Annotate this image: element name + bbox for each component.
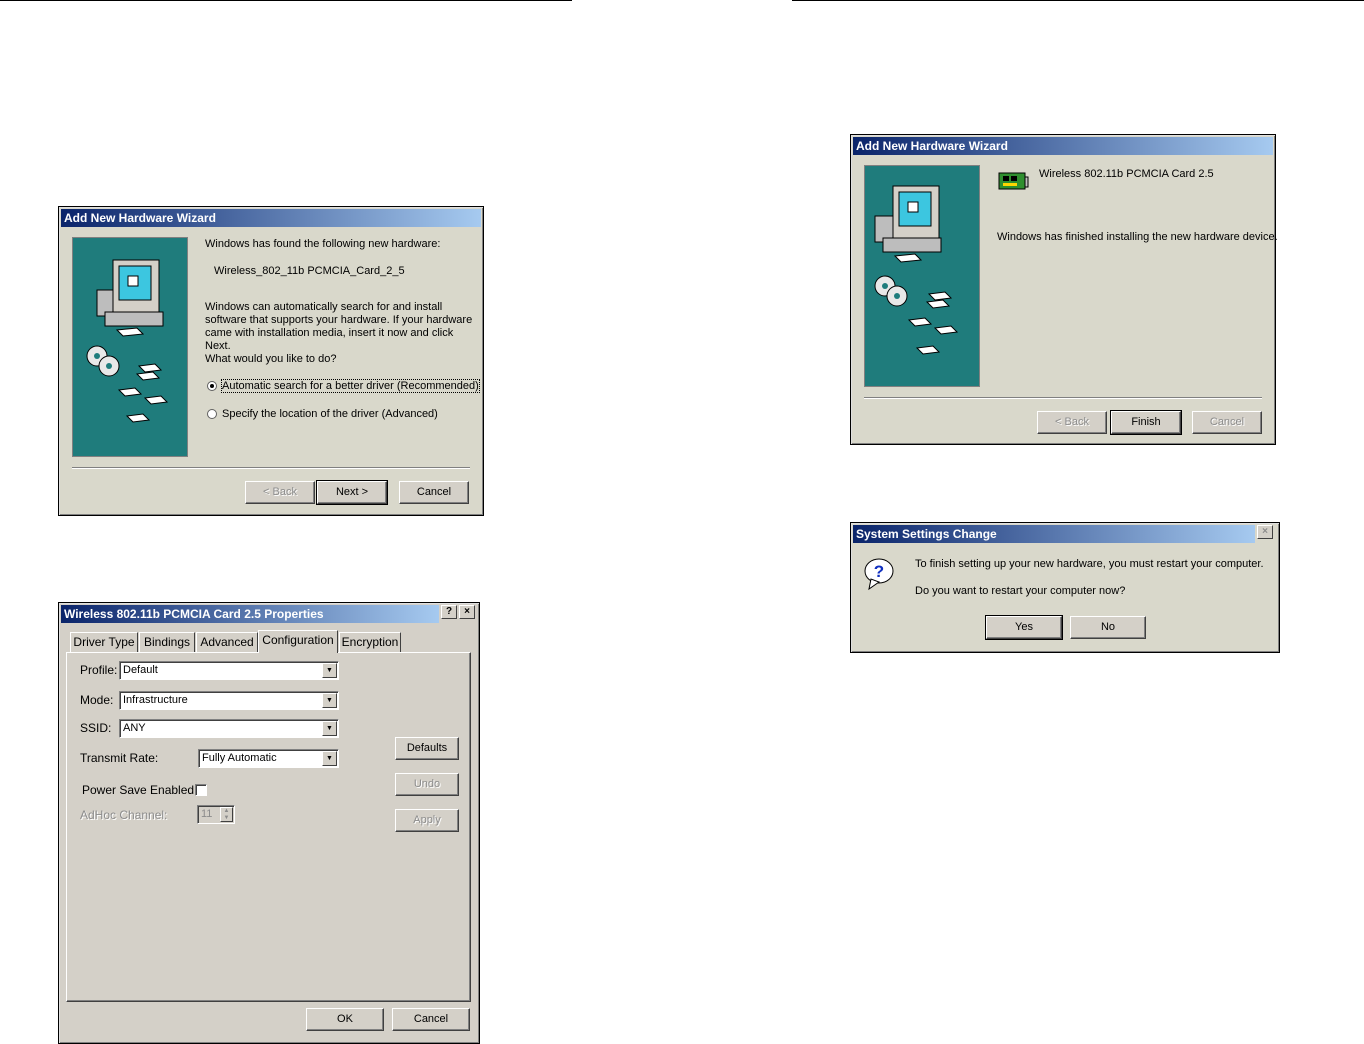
mode-value: Infrastructure — [123, 694, 188, 706]
transmit-rate-value: Fully Automatic — [202, 752, 277, 764]
network-card-icon — [998, 172, 1029, 190]
next-button[interactable]: Next > — [316, 480, 388, 505]
system-settings-change-dialog: System Settings Change × ? To finish set… — [850, 522, 1280, 653]
undo-button[interactable]: Undo — [395, 773, 459, 796]
window-title: Add New Hardware Wizard — [853, 137, 1273, 155]
mode-select[interactable]: Infrastructure ▼ — [119, 691, 339, 710]
option-specify-label[interactable]: Specify the location of the driver (Adva… — [222, 408, 438, 420]
defaults-button[interactable]: Defaults — [395, 737, 459, 760]
yes-button[interactable]: Yes — [985, 615, 1063, 640]
cancel-button[interactable]: Cancel — [1192, 411, 1262, 434]
found-text: Windows has found the following new hard… — [205, 238, 441, 250]
device-name: Wireless 802.11b PCMCIA Card 2.5 — [1039, 168, 1214, 180]
help-icon[interactable]: ? — [441, 605, 457, 619]
finished-message: Windows has finished installing the new … — [997, 231, 1278, 243]
restart-question: Do you want to restart your computer now… — [915, 585, 1126, 597]
window-title: Add New Hardware Wizard — [61, 209, 481, 227]
add-hardware-wizard-finished: Add New Hardware Wizard Wireless 802.11b… — [850, 134, 1278, 445]
transmit-rate-select[interactable]: Fully Automatic ▼ — [198, 749, 339, 768]
back-button[interactable]: < Back — [1037, 411, 1107, 434]
ssid-select[interactable]: ANY ▼ — [119, 719, 339, 738]
window-title: Wireless 802.11b PCMCIA Card 2.5 Propert… — [61, 605, 439, 623]
description-text: Windows can automatically search for and… — [205, 301, 473, 352]
cancel-button[interactable]: Cancel — [392, 1008, 470, 1031]
computer-icon — [86, 259, 169, 423]
profile-select[interactable]: Default ▼ — [119, 661, 339, 680]
tab-bindings[interactable]: Bindings — [139, 632, 195, 652]
chevron-down-icon[interactable]: ▼ — [322, 663, 337, 678]
option-automatic-label[interactable]: Automatic search for a better driver (Re… — [221, 379, 480, 393]
no-button[interactable]: No — [1070, 616, 1146, 639]
cancel-button[interactable]: Cancel — [399, 481, 469, 504]
adhoc-channel-value: 11 — [201, 808, 213, 820]
adhoc-channel-label: AdHoc Channel: — [80, 808, 168, 822]
back-button[interactable]: < Back — [245, 481, 315, 504]
mode-label: Mode: — [80, 693, 114, 707]
transmit-rate-label: Transmit Rate: — [80, 751, 159, 765]
separator — [864, 397, 1262, 399]
tab-encryption[interactable]: Encryption — [339, 632, 401, 652]
power-save-label: Power Save Enabled — [82, 783, 195, 797]
chevron-down-icon[interactable]: ▼ — [322, 751, 337, 766]
close-icon[interactable]: × — [1257, 525, 1273, 539]
chevron-down-icon[interactable]: ▼ — [322, 721, 337, 736]
device-name: Wireless_802_11b PCMCIA_Card_2_5 — [214, 265, 405, 277]
profile-value: Default — [123, 664, 158, 676]
close-icon[interactable]: × — [459, 605, 475, 619]
adhoc-channel-spinner: 11 ▲ ▼ — [197, 805, 235, 824]
power-save-checkbox[interactable] — [195, 784, 207, 796]
tab-configuration[interactable]: Configuration — [258, 630, 338, 653]
separator — [72, 467, 470, 469]
question-icon: ? — [864, 558, 894, 591]
radio-automatic-search[interactable] — [207, 381, 217, 391]
tab-driver-type[interactable]: Driver Type — [70, 632, 138, 652]
profile-label: Profile: — [80, 663, 118, 677]
top-rule-right — [792, 0, 1364, 1]
question-text: What would you like to do? — [205, 353, 337, 365]
ssid-value: ANY — [123, 722, 146, 734]
window-title: System Settings Change — [853, 525, 1255, 543]
computer-icon — [874, 185, 959, 355]
finish-button[interactable]: Finish — [1110, 410, 1182, 435]
add-hardware-wizard-search: Add New Hardware Wizard Windows has foun… — [58, 206, 484, 516]
wizard-illustration — [72, 237, 188, 457]
ok-button[interactable]: OK — [306, 1008, 384, 1031]
top-rule-left — [0, 0, 572, 1]
spinner-arrows-icon: ▲ ▼ — [220, 807, 233, 822]
apply-button[interactable]: Apply — [395, 809, 459, 832]
wizard-illustration — [864, 165, 980, 387]
restart-message: To finish setting up your new hardware, … — [915, 558, 1264, 570]
tab-advanced[interactable]: Advanced — [196, 632, 258, 652]
chevron-down-icon[interactable]: ▼ — [322, 693, 337, 708]
svg-text:?: ? — [874, 562, 884, 581]
radio-specify-location[interactable] — [207, 409, 217, 419]
ssid-label: SSID: — [80, 721, 112, 735]
